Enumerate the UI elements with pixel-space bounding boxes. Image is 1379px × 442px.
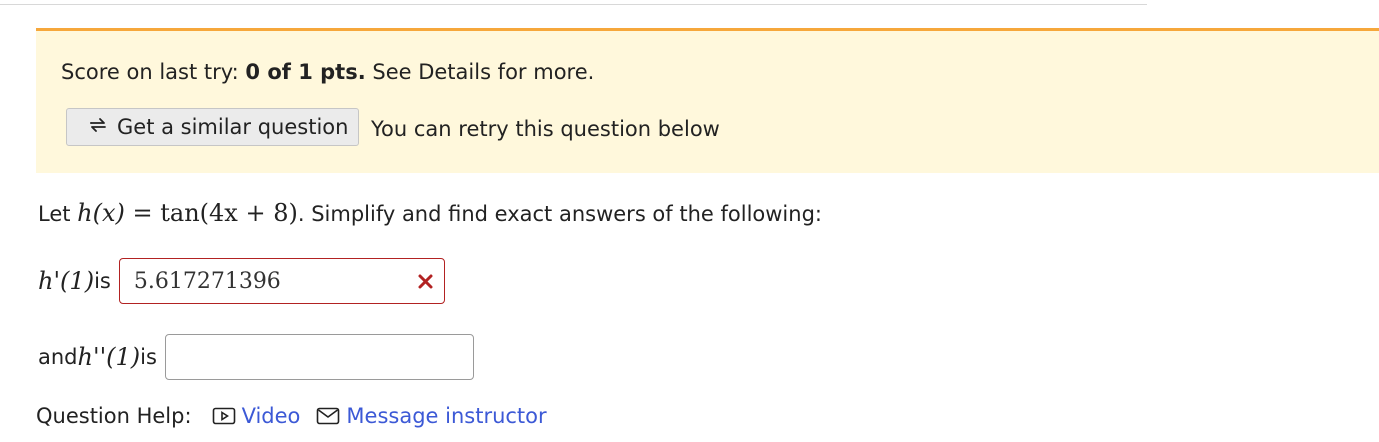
top-divider <box>0 4 1147 5</box>
envelope-icon <box>316 406 340 426</box>
get-similar-question-label: Get a similar question <box>117 115 349 139</box>
retry-note: You can retry this question below <box>371 117 720 141</box>
part1-label: is <box>94 269 111 293</box>
score-summary: Score on last try: 0 of 1 pts. See Detai… <box>61 60 595 84</box>
score-banner: Score on last try: 0 of 1 pts. See Detai… <box>36 28 1379 173</box>
part2-label: is <box>140 345 157 369</box>
part2-expression: h''(1) <box>77 343 141 371</box>
retry-arrows-icon <box>87 114 109 141</box>
message-instructor-label: Message instructor <box>346 404 547 428</box>
part2-row: and h''(1) is <box>38 334 474 380</box>
question-help-label: Question Help: <box>36 404 192 428</box>
question-text: Let h(x) = tan(4x + 8). Simplify and fin… <box>38 199 822 227</box>
function-lhs: h(x) <box>77 199 125 227</box>
video-link-label: Video <box>241 404 301 428</box>
part2-answer-input[interactable] <box>164 334 474 380</box>
video-link[interactable]: Video <box>212 404 301 428</box>
get-similar-question-button[interactable]: Get a similar question <box>66 108 359 146</box>
x-mark-icon <box>416 270 436 292</box>
video-icon <box>212 406 236 426</box>
part1-expression: h'(1) <box>38 267 95 295</box>
part1-answer-input[interactable]: 5.617271396 <box>118 258 445 304</box>
part1-answer-value: 5.617271396 <box>133 268 281 294</box>
message-instructor-link[interactable]: Message instructor <box>316 404 547 428</box>
question-help: Question Help: Video Message instructor <box>36 404 547 428</box>
part1-row: h'(1) is 5.617271396 <box>38 258 445 304</box>
score-value: 0 of 1 pts. <box>245 60 366 84</box>
function-rhs: tan(4x + 8) <box>160 199 298 227</box>
